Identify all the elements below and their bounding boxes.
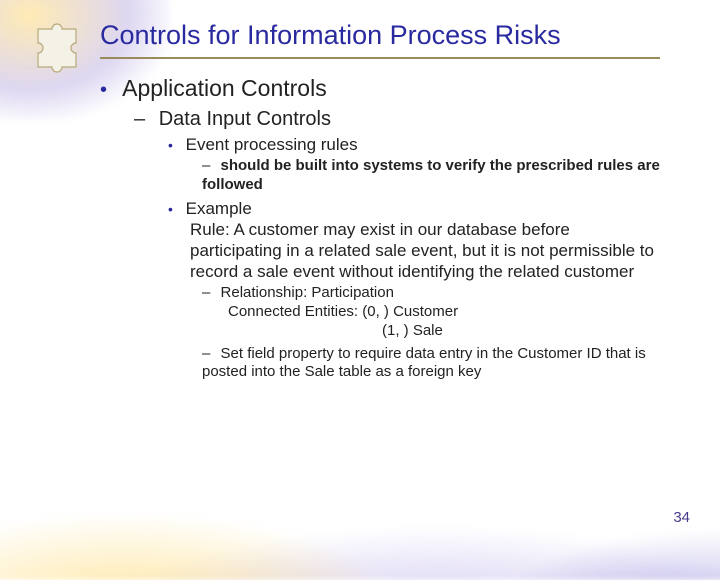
bullet-l2-text: Data Input Controls: [159, 108, 331, 130]
bullet-l3b-label: Example: [186, 199, 252, 218]
bullet-l3a-sub-text: should be built into systems to verify t…: [202, 157, 660, 193]
list-item: Event processing rules should be built i…: [168, 135, 660, 195]
page-number: 34: [673, 509, 690, 526]
list-item: Application Controls Data Input Controls…: [100, 75, 660, 382]
list-item: Set field property to require data entry…: [202, 345, 660, 383]
rel-line3: (1, ) Sale: [202, 322, 660, 341]
bullet-l3b-body: Rule: A customer may exist in our databa…: [168, 219, 660, 283]
list-item: Example Rule: A customer may exist in ou…: [168, 199, 660, 383]
rel-line1: Relationship: Participation: [221, 284, 394, 301]
decorative-glow-bottom: [0, 410, 720, 580]
bullet-l3a-text: Event processing rules: [186, 135, 358, 154]
bullet-l3b-sub2-text: Set field property to require data entry…: [202, 345, 646, 381]
bullet-l1-text: Application Controls: [122, 75, 327, 101]
list-item: Relationship: Participation Connected En…: [202, 284, 660, 340]
title-underline: [100, 57, 660, 59]
rel-line2: Connected Entities: (0, ) Customer: [215, 303, 458, 322]
slide-title: Controls for Information Process Risks: [100, 20, 660, 51]
list-item: should be built into systems to verify t…: [202, 157, 660, 195]
slide-content: Controls for Information Process Risks A…: [0, 0, 720, 382]
bullet-list: Application Controls Data Input Controls…: [100, 75, 660, 382]
list-item: Data Input Controls Event processing rul…: [134, 108, 660, 382]
